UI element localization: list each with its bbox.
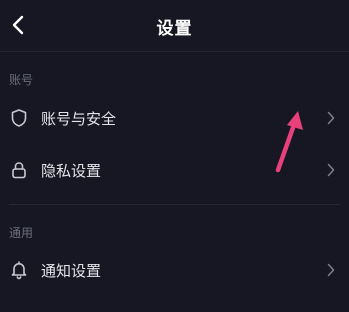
settings-row-label: 账号与安全 [41, 110, 117, 128]
settings-row-label: 通知设置 [41, 262, 102, 280]
chevron-right-icon [325, 163, 337, 177]
settings-row-account-security[interactable]: 账号与安全 [0, 95, 349, 141]
chevron-right-icon [325, 111, 337, 125]
settings-screen: 设置 账号 账号与安全 隐私设置 通用 通知设置 [0, 0, 349, 312]
chevron-right-icon [325, 263, 337, 277]
page-title: 设置 [156, 19, 193, 39]
settings-row-privacy[interactable]: 隐私设置 [0, 147, 349, 193]
lock-icon [9, 160, 29, 180]
section-divider [9, 204, 340, 205]
settings-row-notifications[interactable]: 通知设置 [0, 247, 349, 293]
settings-row-label: 隐私设置 [41, 162, 102, 180]
section-label-general: 通用 [9, 226, 34, 240]
shield-icon [9, 108, 29, 128]
header-divider [0, 51, 349, 52]
section-label-account: 账号 [9, 73, 34, 87]
header: 设置 [0, 0, 349, 52]
bell-icon [9, 260, 29, 280]
